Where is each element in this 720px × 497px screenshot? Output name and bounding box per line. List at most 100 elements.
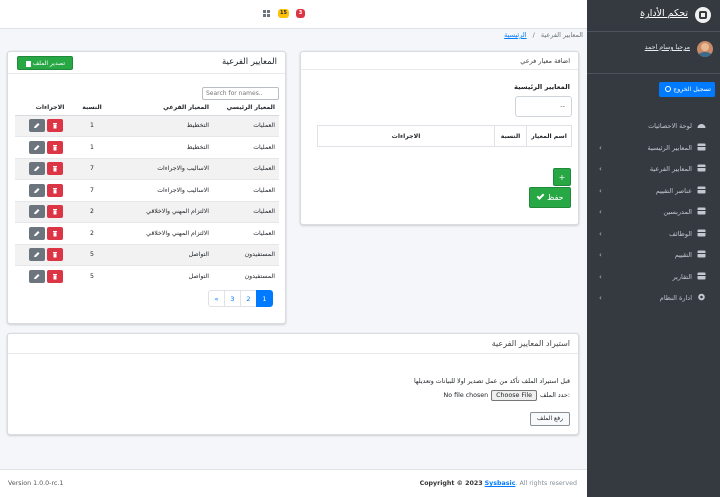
- row-main: العمليات: [213, 157, 279, 180]
- sidebar-item-label: المعايير الفرعية: [649, 165, 692, 173]
- trash-icon: [51, 230, 59, 237]
- table-row: 7 الاساليب والاجراءات العمليات: [15, 157, 279, 180]
- card-header: اضافة معيار فرعي: [301, 52, 578, 70]
- sidebar-item-4[interactable]: عناصر التقييم ‹: [587, 181, 720, 202]
- upload-file-button[interactable]: رفع الملف: [530, 412, 570, 426]
- box-icon: [697, 207, 706, 215]
- edit-button[interactable]: [29, 162, 45, 176]
- edit-button[interactable]: [29, 140, 45, 154]
- edit-button[interactable]: [29, 226, 45, 240]
- edit-button[interactable]: [29, 248, 45, 262]
- table-row: 1 التخطيط العمليات: [15, 136, 279, 158]
- delete-button[interactable]: [47, 162, 63, 176]
- edit-button[interactable]: [29, 205, 45, 219]
- row-ratio: 1: [75, 114, 109, 137]
- sidebar-item-3[interactable]: المعايير الفرعية ‹: [587, 159, 720, 180]
- table-row: 1 التخطيط العمليات: [15, 114, 279, 137]
- page-link-1[interactable]: 1: [256, 290, 273, 307]
- card-header: استيراد المعايير الفرعية: [8, 334, 578, 354]
- notifications-badge[interactable]: 15: [278, 9, 289, 18]
- export-file-label: تصدير الملف: [32, 60, 65, 67]
- messages-badge[interactable]: 3: [296, 9, 305, 18]
- criteria-items-table: الاجراءات النسبة اسم المعيار: [317, 125, 572, 147]
- apps-grid-icon[interactable]: [263, 10, 271, 18]
- col-sub: المعيار الفرعي: [109, 101, 213, 116]
- chevron-left-icon: ‹: [599, 294, 602, 302]
- no-file-text: No file chosen: [443, 391, 489, 399]
- dashboard-icon: [697, 121, 706, 129]
- sidebar-item-5[interactable]: المدربسين ‹: [587, 202, 720, 223]
- sub-criteria-table: الاجراءات النسبة المعيار الفرعي المعيار …: [15, 101, 279, 287]
- box-icon: [697, 143, 706, 151]
- pagination: 1 2 3 «: [208, 290, 273, 307]
- row-actions: [15, 157, 75, 180]
- row-ratio: 1: [75, 136, 109, 158]
- delete-button[interactable]: [47, 140, 63, 154]
- file-icon: [26, 60, 31, 67]
- top-navbar: 15 3: [0, 0, 587, 29]
- delete-button[interactable]: [47, 270, 63, 283]
- delete-button[interactable]: [47, 205, 63, 219]
- pencil-icon: [33, 144, 41, 151]
- col-actions: الاجراءات: [15, 101, 75, 116]
- trash-icon: [51, 187, 59, 194]
- brand-link[interactable]: Sysbasic: [485, 480, 516, 487]
- save-label: حفظ: [546, 193, 564, 202]
- trash-icon: [51, 208, 59, 215]
- box-icon: [697, 186, 706, 194]
- page-link-first[interactable]: «: [208, 290, 225, 307]
- sidebar-item-8[interactable]: التقارير ‹: [587, 267, 720, 288]
- copyright: Copyright © 2023 Sysbasic. All rights re…: [420, 480, 577, 487]
- sidebar-item-9[interactable]: ادارة النظام ‹: [587, 288, 720, 309]
- row-main: العمليات: [213, 136, 279, 158]
- export-file-button[interactable]: تصدير الملف: [17, 56, 73, 70]
- row-ratio: 5: [75, 265, 109, 287]
- search-input[interactable]: [202, 87, 279, 100]
- delete-button[interactable]: [47, 226, 63, 240]
- import-note: قبل استيراد الملف تأكد من عمل تصدير اولا…: [413, 378, 570, 385]
- row-sub: التواصل: [109, 243, 213, 266]
- row-actions: [15, 265, 75, 287]
- logout-button-label[interactable]: تسجيل الخروج: [659, 82, 715, 97]
- edit-button[interactable]: [29, 119, 45, 133]
- user-name-link[interactable]: مرحبا وسام احمد: [645, 44, 690, 51]
- main-criteria-select[interactable]: --: [515, 96, 572, 117]
- table-row: 5 التواصل المستفيدون: [15, 265, 279, 287]
- delete-button[interactable]: [47, 248, 63, 262]
- row-ratio: 7: [75, 179, 109, 201]
- list-card-title: المعايير الفرعية: [221, 57, 277, 67]
- trash-icon: [51, 144, 59, 151]
- edit-button[interactable]: [29, 183, 45, 197]
- sidebar: تحكم الأدارة مرحبا وسام احمد تسجيل الخرو…: [587, 0, 720, 497]
- page-link-3[interactable]: 3: [224, 290, 241, 307]
- page-link-2[interactable]: 2: [240, 290, 257, 307]
- file-label: حدد الملف:: [539, 391, 570, 399]
- col-name: اسم المعيار: [526, 125, 572, 147]
- add-row-button[interactable]: +: [553, 168, 571, 186]
- sidebar-item-6[interactable]: الوظائف ‹: [587, 224, 720, 245]
- breadcrumb-home-link[interactable]: الرئيسية: [504, 31, 526, 39]
- col-main: المعيار الرئيسي: [213, 101, 279, 116]
- delete-button[interactable]: [47, 119, 63, 133]
- version-text: Version 1.0.0-rc.1: [8, 480, 64, 487]
- save-button[interactable]: حفظ: [529, 187, 571, 208]
- avatar[interactable]: [697, 41, 713, 57]
- sub-criteria-list-card: المعايير الفرعية تصدير الملف الاجراءات ا…: [7, 51, 286, 324]
- row-main: العمليات: [213, 114, 279, 137]
- row-sub: التخطيط: [109, 114, 213, 137]
- row-sub: الالتزام المهني والاخلاقي: [109, 200, 213, 223]
- table-row: 2 الالتزام المهني والاخلاقي العمليات: [15, 222, 279, 244]
- sidebar-item-7[interactable]: التقييم ‹: [587, 245, 720, 266]
- choose-file-button[interactable]: Choose File: [491, 389, 537, 401]
- check-icon: [537, 192, 545, 200]
- brand-logo-icon[interactable]: [695, 7, 711, 23]
- sidebar-item-1[interactable]: لوحة الاحصائيات: [587, 116, 720, 137]
- edit-button[interactable]: [29, 270, 45, 283]
- sidebar-item-2[interactable]: المعايير الرئيسية ‹: [587, 138, 720, 159]
- breadcrumb-current: المعايير الفرعية: [540, 31, 583, 39]
- row-actions: [15, 200, 75, 223]
- delete-button[interactable]: [47, 183, 63, 197]
- row-sub: الاساليب والاجراءات: [109, 157, 213, 180]
- sidebar-item-label: عناصر التقييم: [655, 186, 692, 195]
- brand-title[interactable]: تحكم الأدارة: [640, 8, 688, 19]
